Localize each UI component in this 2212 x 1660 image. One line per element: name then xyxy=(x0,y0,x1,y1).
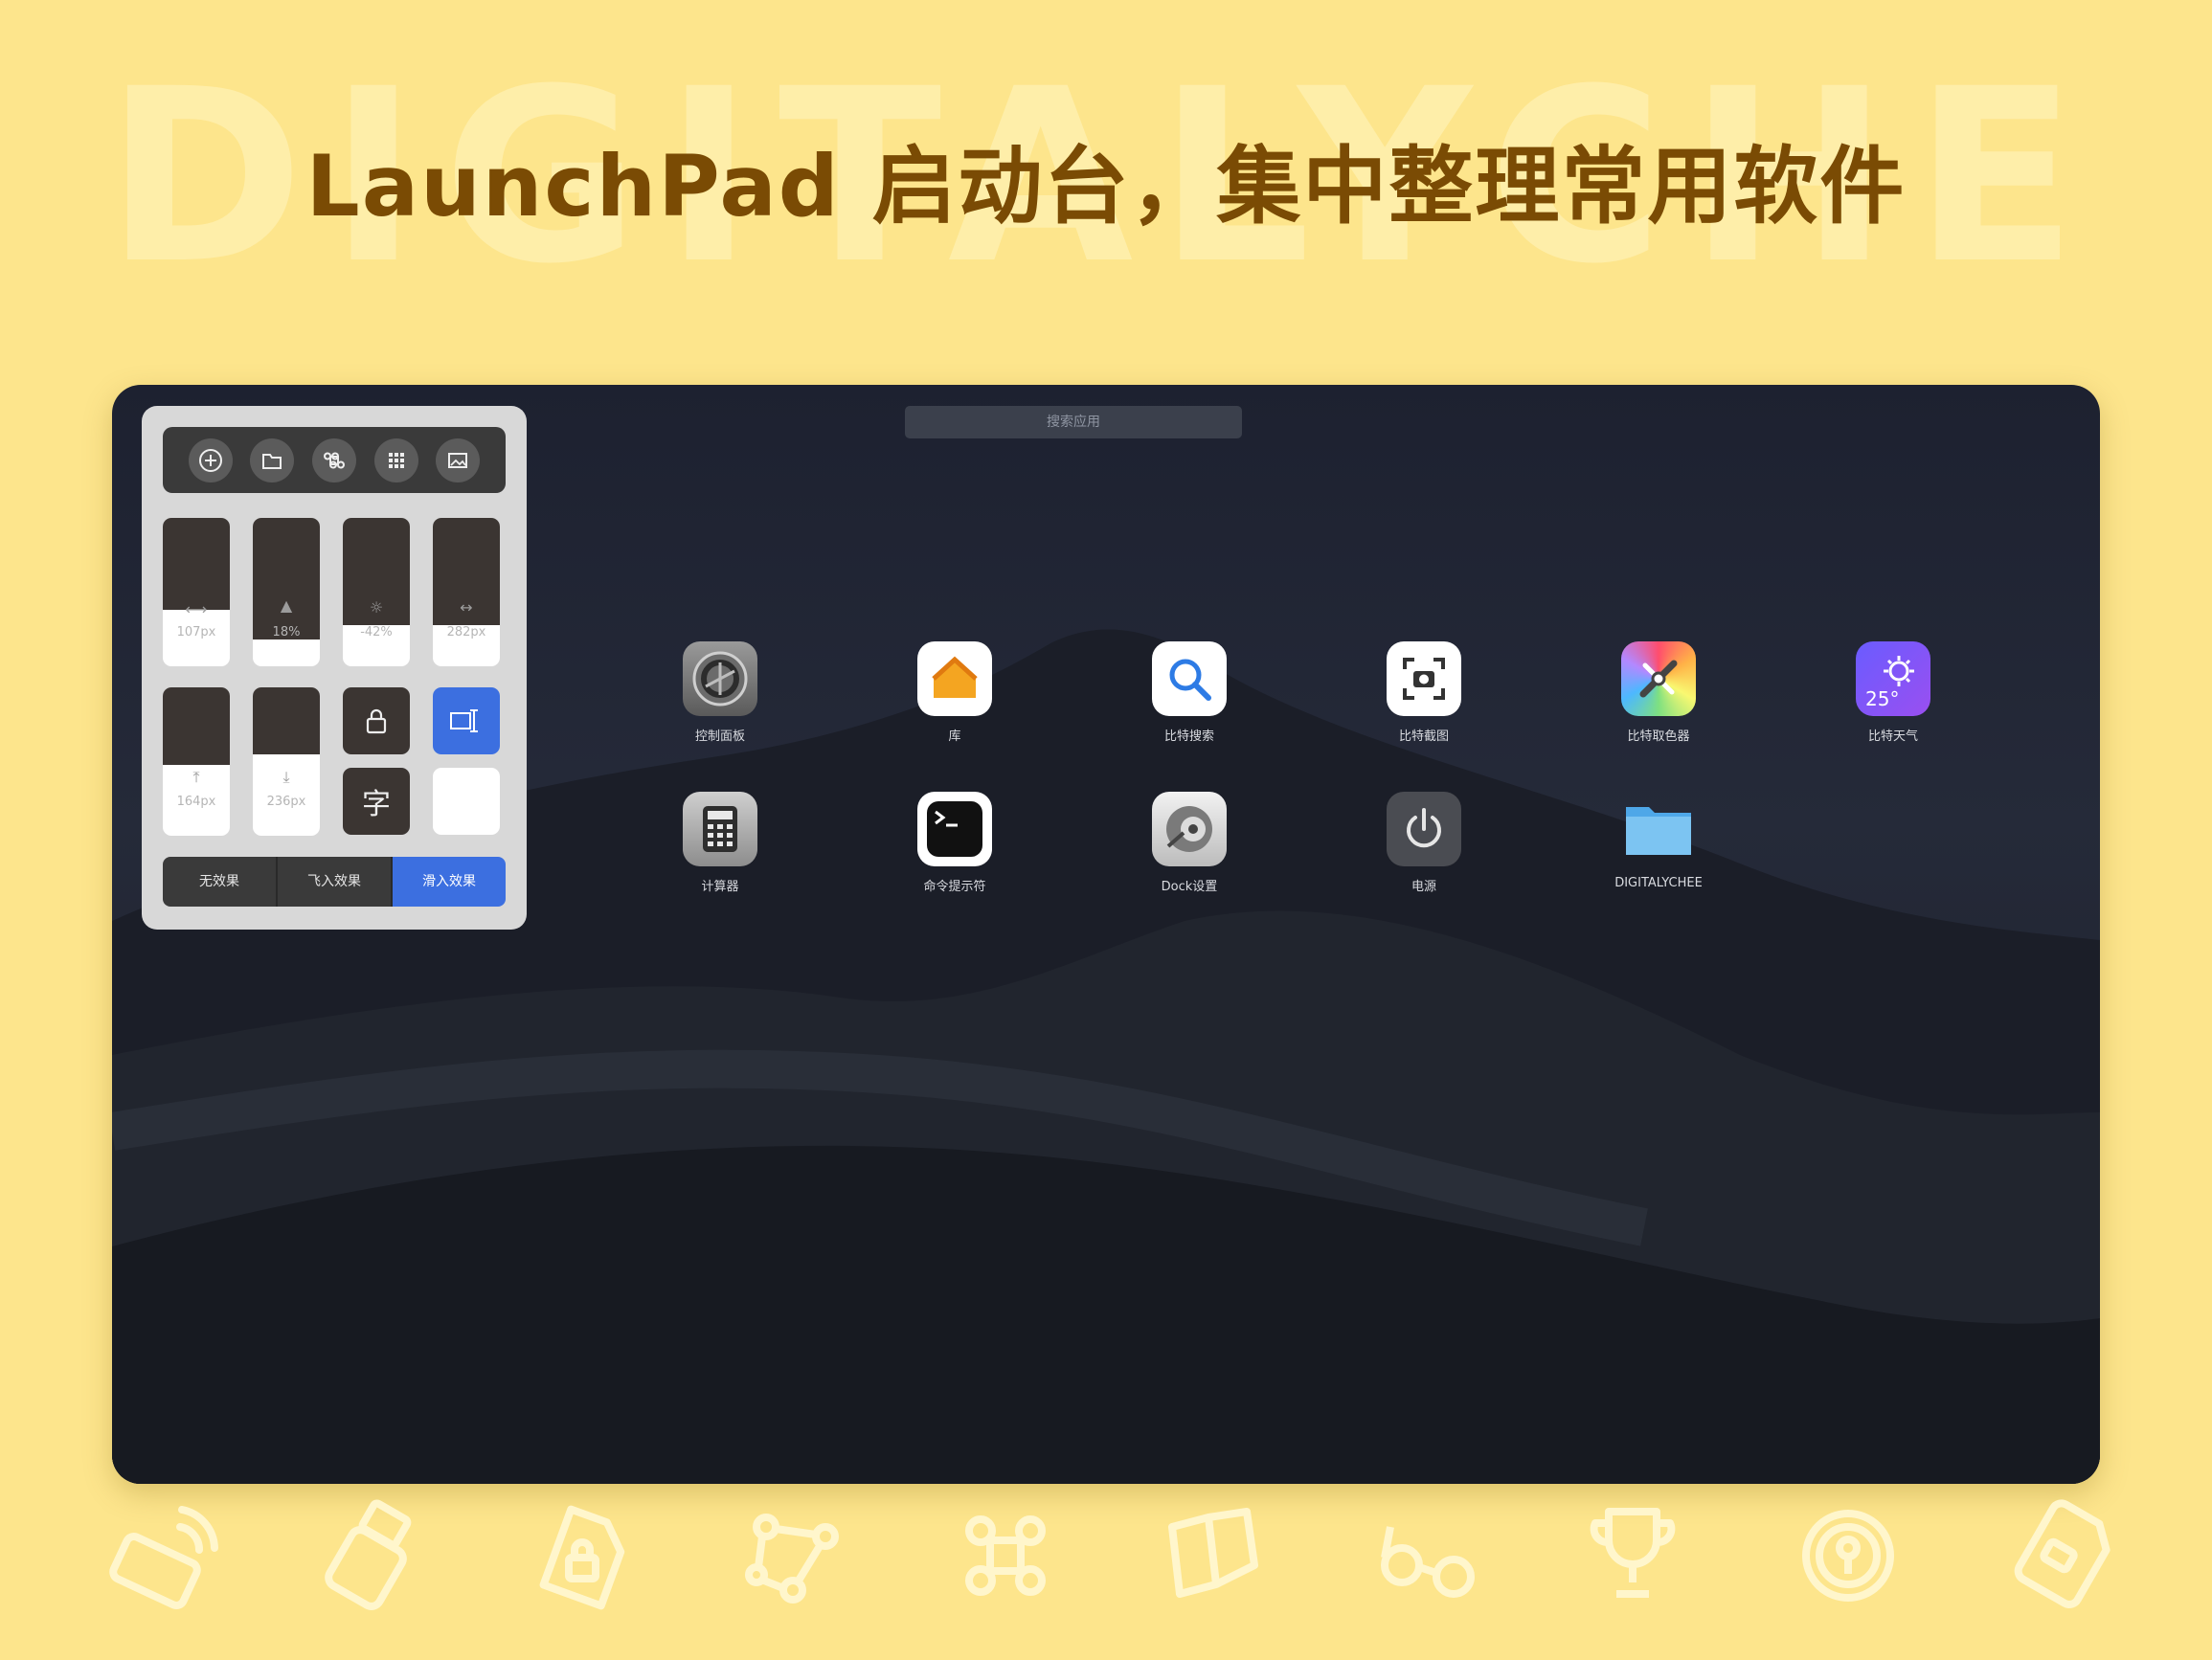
terminal-icon xyxy=(917,792,992,866)
resize-button[interactable] xyxy=(433,687,500,754)
app-label: 比特天气 xyxy=(1867,729,1918,744)
spacing-slider[interactable]: ↔ 282px xyxy=(433,518,500,666)
search-icon xyxy=(1152,641,1227,716)
app-search[interactable]: 比特搜索 xyxy=(1113,641,1266,744)
app-calculator[interactable]: 计算器 xyxy=(643,792,797,894)
key-coin-icon xyxy=(1802,1510,1894,1602)
lock-icon xyxy=(366,708,387,734)
app-terminal[interactable]: 命令提示符 xyxy=(878,792,1031,894)
color-swatch-button[interactable] xyxy=(433,768,500,835)
icon-size-slider[interactable]: ⟷ 107px xyxy=(163,518,230,666)
add-icon[interactable] xyxy=(188,437,233,482)
grid-icon[interactable] xyxy=(373,437,418,482)
slider-value: 236px xyxy=(266,795,306,809)
weather-temperature: 25° xyxy=(1865,687,1900,710)
app-home[interactable]: 库 xyxy=(878,641,1031,744)
app-label: 控制面板 xyxy=(694,729,745,744)
brightness-icon: ☼ xyxy=(369,598,384,617)
trophy-icon xyxy=(1590,1508,1676,1598)
top-margin-slider[interactable]: ⤒ 164px xyxy=(163,687,230,836)
bottom-margin-icon: ⤓ xyxy=(282,768,290,786)
control-panel: ⟷ 107px ▲ 18% ☼ -42% ↔ 282px ⤒ 164px ⤓ 2… xyxy=(142,406,527,930)
usb-drive-icon xyxy=(325,1499,412,1610)
app-label: 命令提示符 xyxy=(923,880,986,894)
app-label: DIGITALYCHEE xyxy=(1614,876,1703,890)
app-label: Dock设置 xyxy=(1161,880,1218,894)
effect-selector: 无效果 飞入效果 滑入效果 xyxy=(163,857,506,907)
vector-nodes-icon xyxy=(745,1514,839,1604)
slider-value: -42% xyxy=(360,625,393,639)
app-label: 库 xyxy=(948,729,961,744)
launchpad-screen: 搜索应用 ⟷ 107px ▲ 18% ☼ -42% ↔ 282px ⤒ 164p… xyxy=(112,385,2100,1484)
app-label: 计算器 xyxy=(701,880,739,894)
effect-option-fly-in[interactable]: 飞入效果 xyxy=(278,857,393,907)
slider-value: 107px xyxy=(176,625,216,639)
slider-value: 164px xyxy=(176,795,216,809)
app-label: 电源 xyxy=(1411,880,1436,894)
app-dock-settings[interactable]: Dock设置 xyxy=(1113,792,1266,894)
app-color-picker[interactable]: 比特取色器 xyxy=(1582,641,1735,744)
app-label: 比特搜索 xyxy=(1163,729,1214,744)
effect-option-none[interactable]: 无效果 xyxy=(163,857,278,907)
page-headline: LaunchPad 启动台，集中整理常用软件 xyxy=(305,137,1907,236)
font-button[interactable]: 字 xyxy=(343,768,410,835)
top-margin-icon: ⤒ xyxy=(192,768,200,786)
command-icon xyxy=(965,1515,1046,1596)
folder-icon[interactable] xyxy=(250,437,295,482)
effect-option-slide-in[interactable]: 滑入效果 xyxy=(393,857,506,907)
sd-card-icon xyxy=(2014,1499,2110,1608)
app-control-panel[interactable]: 控制面板 xyxy=(643,641,797,744)
color-picker-icon xyxy=(1621,641,1696,716)
dock-settings-icon xyxy=(1152,792,1227,866)
slider-value: 282px xyxy=(446,625,486,639)
screenshot-icon xyxy=(1387,641,1461,716)
width-icon: ⟷ xyxy=(185,600,208,618)
app-search-input[interactable]: 搜索应用 xyxy=(905,406,1242,438)
glasses-icon xyxy=(1381,1526,1475,1598)
app-screenshot[interactable]: 比特截图 xyxy=(1347,641,1501,744)
weather-icon: 25° xyxy=(1856,641,1930,716)
folder-digitalychee[interactable]: DIGITALYCHEE xyxy=(1582,792,1735,890)
locked-file-icon xyxy=(539,1505,625,1610)
power-icon xyxy=(1387,792,1461,866)
panel-toolbar xyxy=(163,427,506,493)
opacity-slider[interactable]: ▲ 18% xyxy=(253,518,320,666)
brightness-slider[interactable]: ☼ -42% xyxy=(343,518,410,666)
bottom-margin-slider[interactable]: ⤓ 236px xyxy=(253,687,320,836)
book-icon xyxy=(1168,1508,1258,1598)
command-icon[interactable] xyxy=(311,437,356,482)
app-power[interactable]: 电源 xyxy=(1347,792,1501,894)
lock-button[interactable] xyxy=(343,687,410,754)
app-weather[interactable]: 25° 比特天气 xyxy=(1817,641,1970,744)
slider-value: 18% xyxy=(272,625,301,639)
app-label: 比特取色器 xyxy=(1627,729,1690,744)
home-icon xyxy=(917,641,992,716)
image-icon[interactable] xyxy=(436,437,481,482)
wifi-card-icon xyxy=(109,1506,218,1610)
resize-icon xyxy=(450,709,478,732)
app-label: 比特截图 xyxy=(1398,729,1449,744)
spacing-icon: ↔ xyxy=(460,598,473,617)
control-panel-icon xyxy=(683,641,757,716)
triangle-icon: ▲ xyxy=(280,596,293,615)
folder-icon xyxy=(1621,792,1696,866)
calculator-icon xyxy=(683,792,757,866)
